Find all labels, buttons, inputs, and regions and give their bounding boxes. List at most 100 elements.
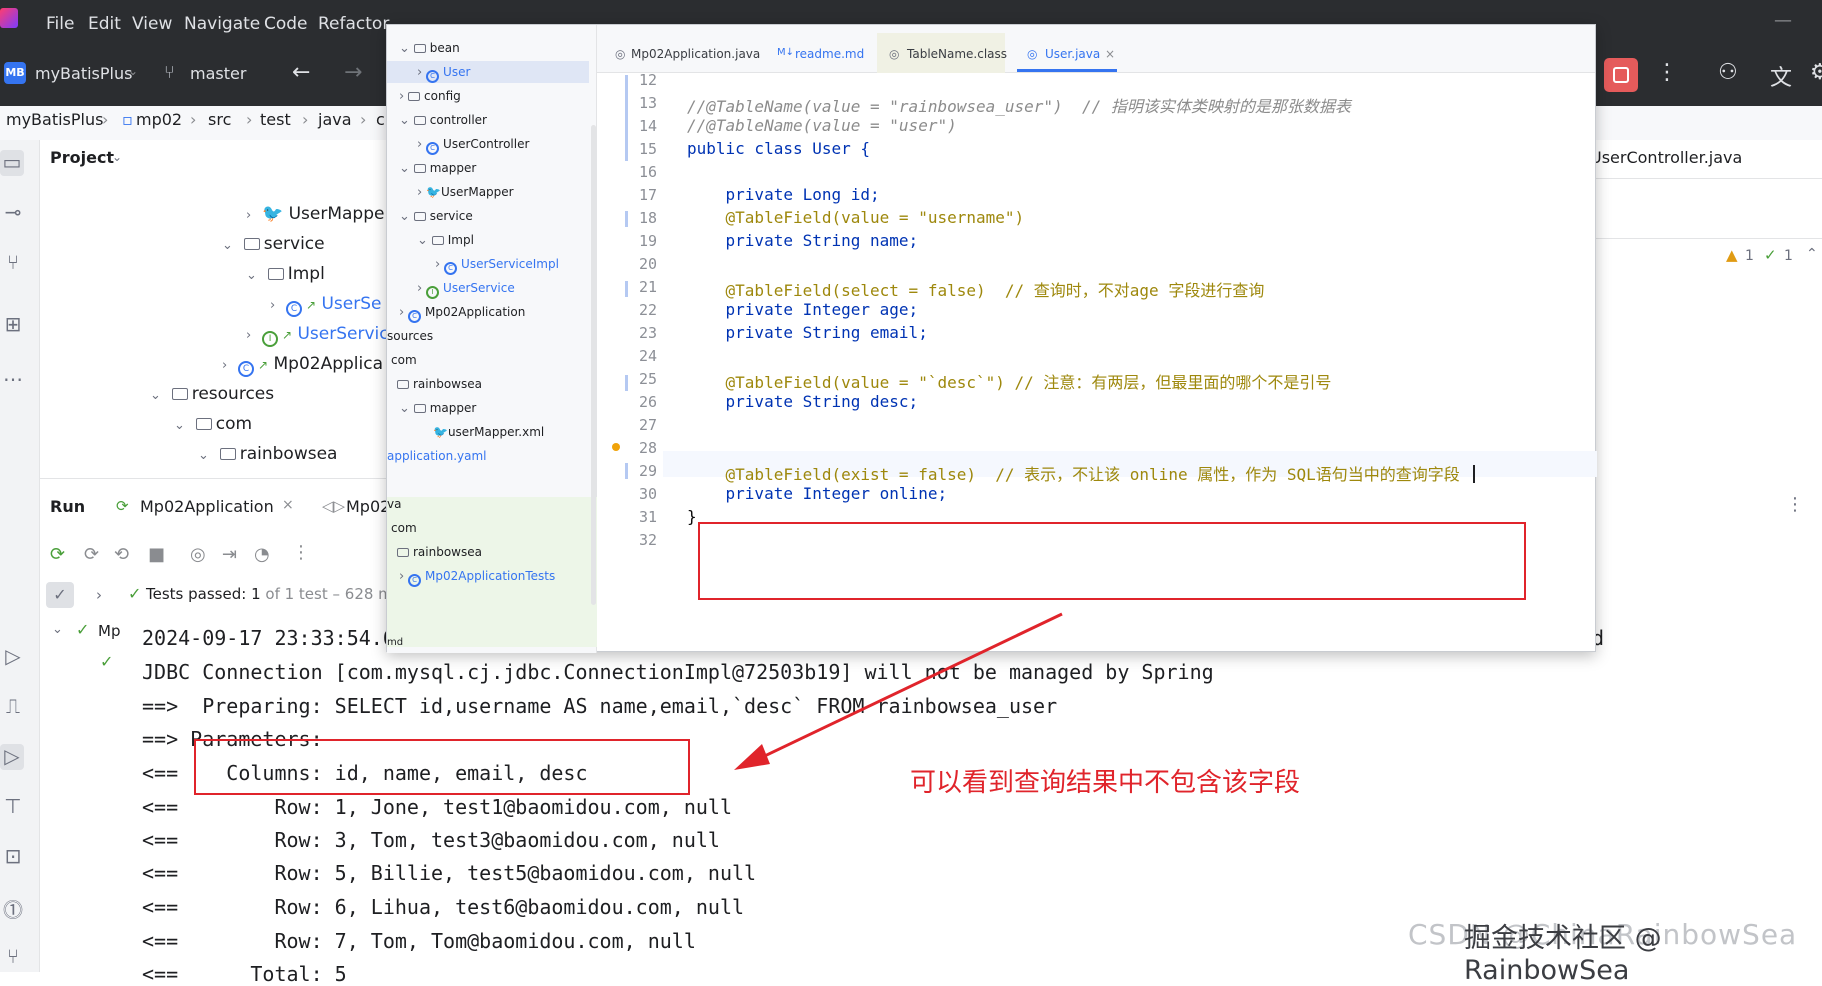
tree-item-userservice[interactable]: › I ↗ UserServic: [246, 324, 389, 347]
close-icon[interactable]: ×: [282, 497, 294, 513]
ov-tree-item-mapper-res[interactable]: ⌄ mapper: [399, 401, 476, 416]
tab-mp02application-java[interactable]: Mp02Application.java: [631, 47, 760, 61]
tab-user-java[interactable]: User.java: [1045, 47, 1100, 61]
breadcrumb-item[interactable]: src: [208, 110, 231, 129]
services-icon[interactable]: ▷: [0, 644, 26, 670]
more-icon[interactable]: ⋮: [1786, 494, 1804, 515]
rerun-failed-icon[interactable]: ⟳: [84, 544, 99, 565]
breadcrumb-item[interactable]: c: [376, 110, 385, 129]
user-add-icon[interactable]: ⚇: [1718, 60, 1738, 85]
ov-tree-item-mp02applicationtests[interactable]: › C Mp02ApplicationTests: [399, 569, 555, 587]
ov-tree-item-rainbowsea-test[interactable]: rainbowsea: [397, 545, 482, 559]
structure-icon[interactable]: ⊞: [0, 312, 26, 338]
ov-tree-item-impl[interactable]: ⌄ Impl: [417, 233, 474, 248]
git-icon[interactable]: ⑂: [0, 944, 26, 970]
back-arrow-icon[interactable]: ←: [292, 60, 310, 85]
mapper-icon: 🐦: [433, 425, 448, 439]
tree-item-rainbowsea[interactable]: ⌄ rainbowsea: [198, 444, 337, 464]
breadcrumb-item[interactable]: test: [260, 110, 291, 129]
ov-tree-item-com[interactable]: com: [391, 353, 417, 367]
chevron-right-icon[interactable]: ›: [96, 586, 102, 604]
tree-scrollbar[interactable]: [591, 125, 596, 605]
chevron-down-icon[interactable]: ⌄: [52, 622, 63, 637]
ov-tree-item-bean[interactable]: ⌄ bean: [399, 41, 460, 56]
ov-tree-item-mp02application[interactable]: › C Mp02Application: [399, 305, 525, 323]
folder-icon: [397, 380, 409, 389]
tree-item-impl[interactable]: ⌄ Impl: [246, 264, 325, 284]
ov-tree-item-usermapperxml[interactable]: 🐦userMapper.xml: [433, 425, 544, 439]
minimize-icon[interactable]: —: [1774, 10, 1792, 31]
settings-icon[interactable]: ⚙: [1810, 60, 1822, 85]
spring-class-icon: C: [408, 310, 422, 323]
breadcrumb-item[interactable]: java: [318, 110, 352, 129]
chevron-up-icon[interactable]: ⌃: [1806, 246, 1818, 262]
rerun-icon[interactable]: ⟳: [50, 544, 65, 565]
bulb-icon[interactable]: [612, 443, 620, 451]
ov-tree-item-md[interactable]: md: [387, 637, 403, 648]
menu-file[interactable]: File: [46, 14, 74, 34]
ov-tree-item-config[interactable]: › config: [399, 89, 461, 104]
branch-selector[interactable]: master: [190, 64, 246, 83]
project-selector[interactable]: myBatisPlus: [35, 64, 132, 83]
show-passed-toggle[interactable]: ✓: [46, 582, 74, 608]
ov-tree-item-rainbowsea[interactable]: rainbowsea: [397, 377, 482, 391]
tab-mp02application[interactable]: Mp02Application: [140, 497, 274, 516]
tree-item-mp02application[interactable]: › C ↗ Mp02Applica: [222, 354, 383, 377]
project-panel-title[interactable]: Project: [50, 148, 114, 167]
problems-icon[interactable]: ⓵: [0, 894, 26, 922]
camera-icon[interactable]: ◎: [190, 544, 206, 565]
toggle-auto-test-icon[interactable]: ⟲: [114, 544, 129, 565]
pull-request-icon[interactable]: ⑂: [0, 250, 26, 276]
folder-icon[interactable]: ▭: [0, 150, 24, 176]
commit-icon[interactable]: ⊸: [0, 200, 26, 226]
tab-mp02[interactable]: Mp02: [346, 497, 390, 516]
forward-arrow-icon[interactable]: →: [344, 60, 362, 85]
check-double-icon[interactable]: ✓: [1764, 246, 1777, 264]
ov-tree-item-controller[interactable]: ⌄ controller: [399, 113, 487, 128]
coverage-icon[interactable]: ◔: [254, 544, 270, 565]
tree-label: UserSe: [321, 294, 382, 314]
ov-tree-item-userservice[interactable]: › I UserService: [417, 281, 515, 299]
translate-icon[interactable]: 文: [1770, 60, 1792, 92]
build-icon[interactable]: ⊤: [0, 794, 26, 820]
code-line: private String desc;: [687, 392, 919, 411]
more-icon[interactable]: ⋮: [292, 542, 310, 563]
breadcrumb-item[interactable]: mp02: [136, 110, 182, 129]
more-tools-icon[interactable]: …: [0, 362, 26, 388]
export-icon[interactable]: ⇥: [222, 544, 237, 565]
stop-button[interactable]: [1604, 58, 1638, 92]
ide-logo-icon[interactable]: [0, 8, 18, 28]
tab-usercontroller[interactable]: UserController.java: [1590, 148, 1742, 167]
ov-tree-item-usermapper[interactable]: › 🐦UserMapper: [417, 185, 514, 200]
menu-navigate[interactable]: Navigate: [184, 14, 260, 34]
menu-edit[interactable]: Edit: [88, 14, 121, 34]
tree-item-userserviceimpl[interactable]: › C ↗ UserSe: [270, 294, 381, 317]
ov-tree-item-java[interactable]: va: [387, 497, 401, 511]
ov-tree-item-service[interactable]: ⌄ service: [399, 209, 473, 224]
tree-item-usermapper[interactable]: › 🐦 UserMapper: [246, 204, 391, 224]
tree-item-resources[interactable]: ⌄ resources: [150, 384, 274, 404]
stop-icon[interactable]: ■: [148, 544, 165, 565]
ov-tree-item-user[interactable]: › C User: [387, 61, 589, 83]
tree-item-service[interactable]: ⌄ service: [222, 234, 325, 254]
terminal-icon[interactable]: ⊡: [0, 844, 26, 870]
debug-icon[interactable]: ⎍: [0, 694, 26, 720]
menu-code[interactable]: Code: [264, 14, 308, 34]
menu-view[interactable]: View: [132, 14, 172, 34]
warning-icon[interactable]: ▲: [1726, 246, 1738, 264]
ov-tree-item-resources[interactable]: sources: [387, 329, 433, 343]
test-tree-item[interactable]: Mp: [98, 622, 120, 640]
menu-refactor[interactable]: Refactor: [318, 14, 389, 34]
close-icon[interactable]: ×: [1105, 47, 1115, 61]
breadcrumb-item[interactable]: myBatisPlus: [6, 110, 103, 129]
more-icon[interactable]: ⋮: [1656, 60, 1678, 85]
ov-tree-item-userserviceimpl[interactable]: › C UserServiceImpl: [435, 257, 559, 275]
tab-tablename-class[interactable]: TableName.class: [907, 47, 1007, 61]
tab-readme[interactable]: readme.md: [795, 47, 864, 61]
ov-tree-item-usercontroller[interactable]: › C UserController: [417, 137, 529, 155]
ov-tree-item-mapper[interactable]: ⌄ mapper: [399, 161, 476, 176]
run-icon[interactable]: ▷: [0, 744, 24, 770]
ov-tree-item-com-test[interactable]: com: [391, 521, 417, 535]
tree-item-com[interactable]: ⌄ com: [174, 414, 252, 434]
ov-tree-item-applicationyaml[interactable]: application.yaml: [387, 449, 487, 463]
